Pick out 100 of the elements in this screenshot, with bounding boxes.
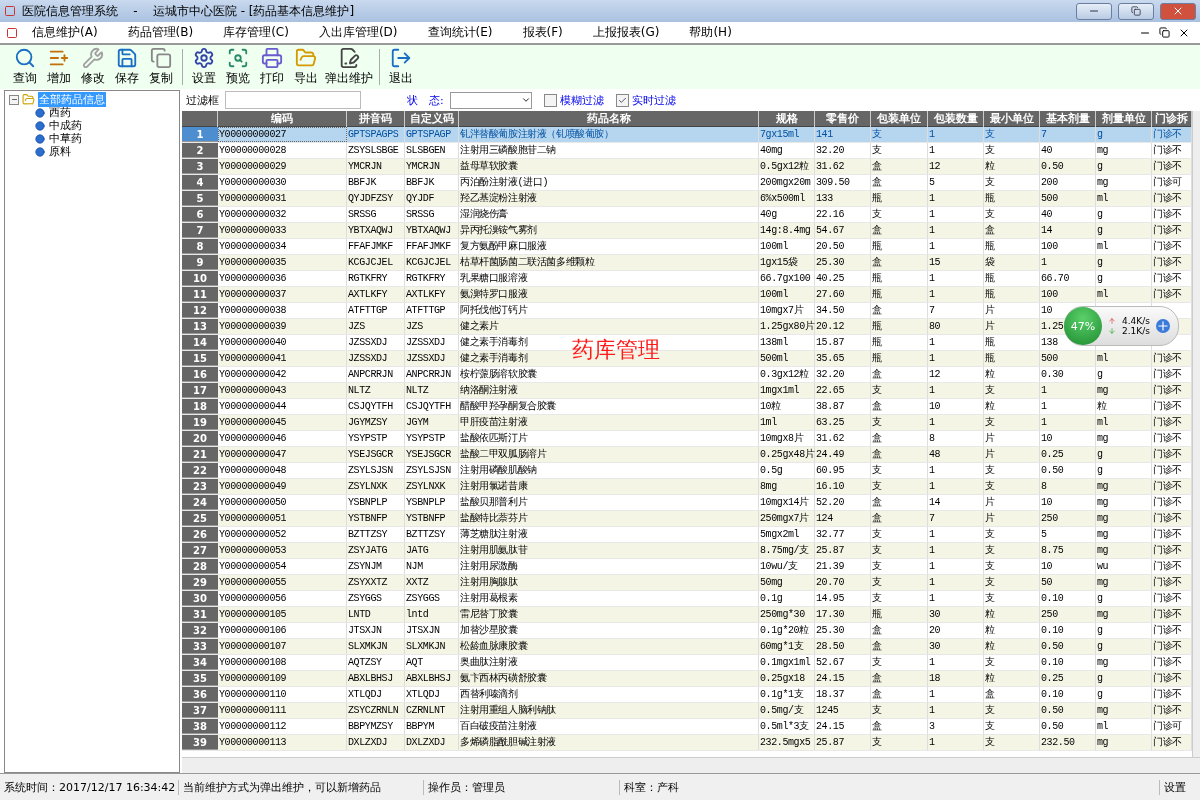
status-dropdown[interactable] [449, 91, 532, 109]
table-cell: 24.15 [815, 719, 871, 734]
minimize-button[interactable] [1076, 2, 1112, 20]
toolbar-button[interactable]: 导出 [289, 45, 323, 89]
table-row[interactable]: 10 Y00000000036 RGTKFRY RGTKFRY 乳果糖口服溶液 66.7gx100 40.25 瓶 1 瓶 66.70 g 门诊不 [182, 271, 1192, 287]
selected-row[interactable]: 1 Y00000000027 GPTSPAGPS GPTSPAGP 钆泮替酸葡胺注射液（钆喷酸葡胺） 7gx15ml 141 支 1 支 7 g 门诊不 [182, 127, 1192, 143]
table-cell: 32.20 [815, 143, 871, 158]
toolbar-button[interactable]: 查询 [8, 45, 42, 89]
table-row[interactable]: 16 Y00000000042 ANPCRRJN ANPCRRJN 桉柠蒎肠溶软胶囊 0.3gx12粒 32.20 盒 12 粒 0.30 g 门诊不 [182, 367, 1192, 383]
toolbar-button[interactable]: 保存 [110, 45, 144, 89]
table-row[interactable]: 26 Y00000000052 BZTTZSY BZTTZSY 薄芝糖肽注射液 5mgx2ml 32.77 支 1 支 5 mg 门诊不 [182, 527, 1192, 543]
tree-item[interactable]: 原料 [48, 144, 72, 159]
checkbox[interactable] [543, 93, 557, 107]
copy-icon [149, 47, 173, 69]
toolbar-button[interactable]: 修改 [76, 45, 110, 89]
tree-item[interactable]: 中草药 [48, 131, 83, 146]
table-cell: ANPCRRJN [347, 367, 405, 382]
table-row[interactable]: 20 Y00000000046 YSYPSTP YSYPSTP 盐酸依匹斯汀片 10mgx8片 31.62 盒 8 片 10 mg 门诊不 [182, 431, 1192, 447]
table-row[interactable]: 34 Y00000000108 AQTZSY AQT 奥曲肽注射液 0.1mgx1ml 52.67 支 1 支 0.10 mg 门诊不 [182, 655, 1192, 671]
table-row[interactable]: 37 Y00000000111 ZSYCZRNLN CZRNLNT 注射用重组人脑利钠肽 0.5mg/支 1245 支 1 支 0.50 mg 门诊不 [182, 703, 1192, 719]
table-cell: 10 [1040, 559, 1096, 574]
table-row[interactable]: 22 Y00000000048 ZSYLSJSN ZSYLSJSN 注射用磷酸肌酸钠 0.5g 60.95 支 1 支 0.50 g 门诊不 [182, 463, 1192, 479]
status-text[interactable]: 设置 [1160, 779, 1200, 795]
magnifier-frame-icon [226, 47, 250, 69]
table-cell: lntd [405, 607, 459, 622]
collapse-icon[interactable] [9, 94, 19, 105]
menu-item[interactable]: 帮助(H) [675, 24, 748, 41]
menu-item[interactable]: 库存管理(C) [209, 24, 305, 41]
table-row[interactable]: 23 Y00000000049 ZSYLNXK ZSYLNXK 注射用氯诺昔康 8mg 16.10 支 1 支 8 mg 门诊不 [182, 479, 1192, 495]
table-cell: 百白破疫苗注射液 [459, 719, 759, 734]
table-row[interactable]: 33 Y00000000107 SLXMKJN SLXMKJN 松龄血脉康胶囊 60mg*1支 28.50 盒 30 粒 0.50 g 门诊不 [182, 639, 1192, 655]
table-row[interactable]: 2 Y00000000028 ZSYSLSBGE SLSBGEN 注射用三磷酸胞苷二钠 40mg 32.20 支 1 支 40 mg 门诊不 [182, 143, 1192, 159]
table-row[interactable]: 27 Y00000000053 ZSYJATG JATG 注射用肌氨肽苷 8.75mg/支 25.87 支 1 支 8.75 mg 门诊不 [182, 543, 1192, 559]
table-cell: 粒 [984, 607, 1040, 622]
table-row[interactable]: 6 Y00000000032 SRSSG SRSSG 湿润烧伤膏 40g 22.16 支 1 支 40 g 门诊不 [182, 207, 1192, 223]
toolbar-button[interactable]: 退出 [384, 45, 418, 89]
table-cell: Y00000000110 [218, 687, 347, 702]
toolbar-button[interactable]: 弹出维护 [323, 45, 375, 89]
table-row[interactable]: 19 Y00000000045 JGYMZSY JGYM 甲肝疫苗注射液 1ml 63.25 支 1 支 1 ml 门诊不 [182, 415, 1192, 431]
table-row[interactable]: 7 Y00000000033 YBTXAQWJ YBTXAQWJ 异丙托溴铵气雾剂 14g:8.4mg 54.67 盒 1 盒 14 g 门诊不 [182, 223, 1192, 239]
toolbar-button[interactable]: 复制 [144, 45, 178, 89]
restore-icon [1131, 6, 1141, 16]
table-row[interactable]: 32 Y00000000106 JTSXJN JTSXJN 加替沙星胶囊 0.1g*20粒 25.30 盒 20 粒 0.10 g 门诊不 [182, 623, 1192, 639]
table-cell: 纳洛酮注射液 [459, 383, 759, 398]
add-icon[interactable] [1155, 319, 1170, 333]
table-cell: 瓶 [984, 271, 1040, 286]
table-cell: AXTLKFY [347, 287, 405, 302]
table-row[interactable]: 8 Y00000000034 FFAFJMKF FFAFJMKF 复方氨酚甲麻口服液 100ml 20.50 瓶 1 瓶 100 ml 门诊不 [182, 239, 1192, 255]
table-row[interactable]: 17 Y00000000043 NLTZ NLTZ 纳洛酮注射液 1mgx1ml 22.65 支 1 支 1 mg 门诊不 [182, 383, 1192, 399]
table-cell: 瓶 [984, 287, 1040, 302]
toolbar-button[interactable]: 设置 [187, 45, 221, 89]
menu-item[interactable]: 药品管理(B) [113, 24, 210, 41]
table-cell: KCGJCJEL [347, 255, 405, 270]
toolbar-button[interactable]: 增加 [42, 45, 76, 89]
menu-item[interactable]: 上报报表(G) [578, 24, 676, 41]
menu-item[interactable]: 报表(F) [508, 24, 579, 41]
tree-item[interactable]: 中成药 [48, 118, 83, 133]
restore-button[interactable] [1118, 2, 1154, 20]
vertical-scrollbar[interactable] [1192, 111, 1200, 757]
toolbar-button[interactable]: 打印 [255, 45, 289, 89]
menu-item[interactable]: 信息维护(A) [18, 24, 114, 41]
table-cell: ZSYLSJSN [347, 463, 405, 478]
table-cell: g [1096, 223, 1152, 238]
horizontal-scrollbar[interactable] [182, 757, 1200, 773]
table-cell: ZSYLNXK [405, 479, 459, 494]
table-row[interactable]: 5 Y00000000031 QYJDFZSY QYJDF 羟乙基淀粉注射液 6%x500ml 133 瓶 1 瓶 500 ml 门诊不 [182, 191, 1192, 207]
table-cell: 10 [928, 399, 984, 414]
table-row[interactable]: 21 Y00000000047 YSEJSGCR YSEJSGCR 盐酸二甲双胍肠溶片 0.25gx48片24.49 盒 48 片 0.25 g 门诊不 [182, 447, 1192, 463]
table-row[interactable]: 28 Y00000000054 ZSYNJM NJM 注射用尿激酶 10wu/支 21.39 支 1 支 10 wu 门诊不 [182, 559, 1192, 575]
table-row[interactable]: 4 Y00000000030 BBFJK BBFJK 丙泊酚注射液(进口) 200mgx20m 309.50 盒 5 支 200 mg 门诊可 [182, 175, 1192, 191]
table-row[interactable]: 18 Y00000000044 CSJQYTFH CSJQYTFH 醋酸甲羟孕酮复合胶囊 10粒 38.87 盒 10 粒 1 粒 门诊不 [182, 399, 1192, 415]
table-cell: 粒 [984, 671, 1040, 686]
table-row[interactable]: 31 Y00000000105 LNTD lntd 雷尼替丁胶囊 250mg*30 17.30 瓶 30 粒 250 mg 门诊不 [182, 607, 1192, 623]
table-row[interactable]: 36 Y00000000110 XTLQDJ XTLQDJ 西替利嗪滴剂 0.1g*1支 18.37 盒 1 盒 0.10 g 门诊不 [182, 687, 1192, 703]
table-row[interactable]: 24 Y00000000050 YSBNPLP YSBNPLP 盐酸贝那普利片 10mgx14片 52.20 盒 14 片 10 mg 门诊不 [182, 495, 1192, 511]
close-button[interactable] [1160, 2, 1196, 20]
table-row[interactable]: 30 Y00000000056 ZSYGGS ZSYGGS 注射用葛根素 0.1g 14.95 支 1 支 0.10 g 门诊不 [182, 591, 1192, 607]
menu-item[interactable]: 查询统计(E) [413, 24, 509, 41]
menu-item[interactable]: 入出库管理(D) [304, 24, 414, 41]
table-cell: mg [1096, 479, 1152, 494]
table-cell: 支 [871, 383, 928, 398]
toolbar-button[interactable]: 预览 [221, 45, 255, 89]
table-row[interactable]: 11 Y00000000037 AXTLKFY AXTLKFY 氨溴特罗口服液 100ml 27.60 瓶 1 瓶 100 ml 门诊不 [182, 287, 1192, 303]
table-cell: SLXMKJN [405, 639, 459, 654]
table-row[interactable]: 39 Y00000000113 DXLZXDJ DXLZXDJ 多烯磷脂酰胆碱注射液 232.5mgx5 25.87 支 1 支 232.50 mg 门诊不 [182, 735, 1192, 751]
restore-icon[interactable] [1159, 27, 1170, 38]
table-cell: 支 [984, 559, 1040, 574]
table-cell: 22.16 [815, 207, 871, 222]
table-row[interactable]: 3 Y00000000029 YMCRJN YMCRJN 益母草软胶囊 0.5gx12粒 31.62 盒 12 粒 0.50 g 门诊不 [182, 159, 1192, 175]
table-row[interactable]: 9 Y00000000035 KCGJCJEL KCGJCJEL 枯草杆菌肠菌二联活菌多维颗粒 1gx15袋 25.30 盒 15 袋 1 g 门诊不 [182, 255, 1192, 271]
table-cell: 注射用胸腺肽 [459, 575, 759, 590]
table-cell: 支 [871, 559, 928, 574]
table-row[interactable]: 35 Y00000000109 ABXLBHSJ ABXLBHSJ 氨卞西林丙磺舒胶囊 0.25gx18 24.15 盒 18 粒 0.25 g 门诊不 [182, 671, 1192, 687]
table-row[interactable]: 29 Y00000000055 ZSYXXTZ XXTZ 注射用胸腺肽 50mg 20.70 支 1 支 50 mg 门诊不 [182, 575, 1192, 591]
table-row[interactable]: 25 Y00000000051 YSTBNFP YSTBNFP 盐酸特比萘芬片 250mgx7片 124 盒 7 片 250 mg 门诊不 [182, 511, 1192, 527]
table-row[interactable]: 38 Y00000000112 BBPYMZSY BBPYM 百白破疫苗注射液 0.5ml*3支 24.15 盒 3 支 0.50 ml 门诊可 [182, 719, 1192, 735]
checkbox[interactable] [615, 93, 629, 107]
filter-field[interactable] [225, 91, 361, 109]
table-cell: 1 [928, 351, 984, 366]
tree-item[interactable]: 西药 [48, 105, 72, 120]
